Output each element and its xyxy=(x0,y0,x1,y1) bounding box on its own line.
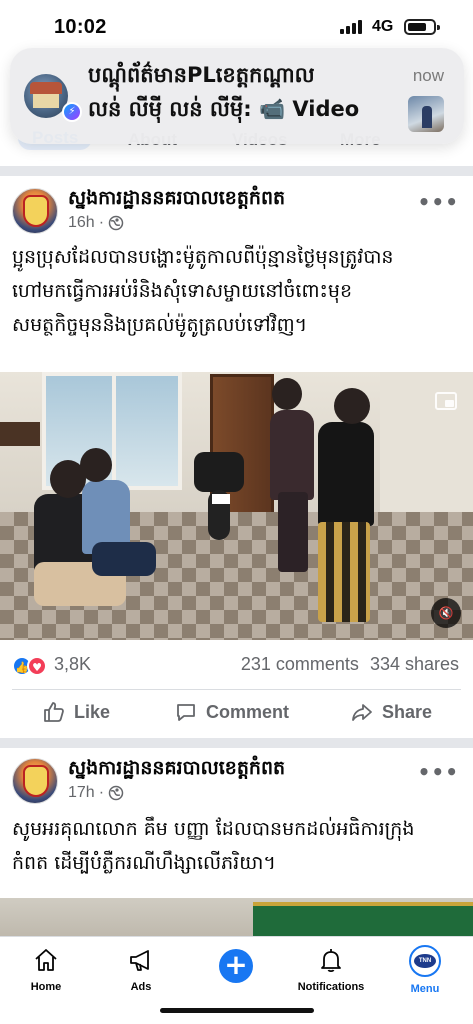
separator xyxy=(12,689,461,690)
page-name[interactable]: ស្នងការដ្ឋាននគរបាលខេត្តកំពត xyxy=(68,186,285,214)
like-icon xyxy=(44,702,64,722)
nav-menu[interactable]: TNN Menu xyxy=(385,945,465,995)
megaphone-icon xyxy=(130,950,149,971)
meta-separator: · xyxy=(98,214,105,231)
post-text-line: កំពត ដើម្បីបំភ្លឺករណីហឹង្សាលើភរិយា។ xyxy=(12,852,276,874)
nav-home-label: Home xyxy=(30,981,62,993)
reaction-icons: 👍 ♥ xyxy=(12,656,52,676)
comments-count[interactable]: 231 comments xyxy=(241,654,359,674)
post-text-line: ប្អូនប្រុសដែលបានបង្ហោះម៉ូតូកាលពីប៉ុន្មាន… xyxy=(12,246,394,268)
nav-home[interactable]: Home xyxy=(6,945,86,993)
nav-menu-label: Menu xyxy=(410,983,440,995)
messenger-icon: ⚡ xyxy=(62,102,82,122)
like-button[interactable]: Like xyxy=(42,700,110,724)
reaction-summary[interactable]: 👍 ♥ 3,8K 231 comments 334 shares xyxy=(0,650,473,684)
meta-separator: · xyxy=(98,784,105,801)
post-actions: Like Comment Share xyxy=(0,694,473,732)
shares-count[interactable]: 334 shares xyxy=(370,654,459,674)
notification-title: បណ្ដុំព័ត៌មានPLខេត្តកណ្ដាល xyxy=(88,63,315,87)
globe-icon xyxy=(108,785,124,801)
network-type: 4G xyxy=(372,18,394,35)
battery-icon xyxy=(404,19,440,35)
picture-in-picture-icon[interactable] xyxy=(435,392,457,410)
status-time: 10:02 xyxy=(54,16,107,38)
post-text: ប្អូនប្រុសដែលបានបង្ហោះម៉ូតូកាលពីប៉ុន្មាន… xyxy=(12,240,464,342)
comment-icon xyxy=(177,704,195,721)
post-time[interactable]: 16h xyxy=(68,214,95,232)
nav-ads[interactable]: Ads xyxy=(101,945,181,993)
post-text: សូមអរគុណលោក គឹម បញ្ញា ដែលបានមកដល់អធិការក… xyxy=(12,812,464,880)
notification-thumbnail xyxy=(408,96,444,132)
plus-icon: + xyxy=(219,949,253,983)
post-time[interactable]: 17h xyxy=(68,784,95,802)
more-options-icon[interactable]: ••• xyxy=(418,190,459,214)
like-label: Like xyxy=(74,701,111,722)
nav-ads-label: Ads xyxy=(130,981,152,993)
post-meta: 16h · xyxy=(68,214,124,232)
post-text-line: សមត្ថកិច្ចមុននិងប្រគល់ម៉ូតូត្រលប់ទៅវិញ។ xyxy=(12,314,308,336)
comment-label: Comment xyxy=(206,701,290,722)
bell-icon xyxy=(321,949,341,973)
messenger-notification[interactable]: ⚡ បណ្ដុំព័ត៌មានPLខេត្តកណ្ដាល លន់ លីម៉ី ល… xyxy=(10,48,464,144)
share-label: Share xyxy=(382,701,433,722)
share-button[interactable]: Share xyxy=(350,700,432,724)
nav-create[interactable]: + xyxy=(196,949,276,983)
globe-icon xyxy=(108,215,124,231)
post-header: ស្នងការដ្ឋាននគរបាលខេត្តកំពត 16h · ••• xyxy=(0,186,473,248)
nav-notifications-label: Notifications xyxy=(297,981,365,993)
notification-body: លន់ លីម៉ី លន់ លីម៉ី: 📹 Video xyxy=(88,97,360,121)
post-stats: 231 comments 334 shares xyxy=(241,654,459,675)
nav-notifications[interactable]: Notifications xyxy=(291,945,371,993)
more-options-icon[interactable]: ••• xyxy=(418,760,459,784)
page-avatar[interactable] xyxy=(12,188,58,234)
share-icon xyxy=(352,704,372,721)
page-name[interactable]: ស្នងការដ្ឋាននគរបាលខេត្តកំពត xyxy=(68,756,285,784)
home-indicator[interactable] xyxy=(160,1008,314,1013)
notification-time: now xyxy=(412,66,444,85)
profile-avatar-icon: TNN xyxy=(409,945,441,977)
post-video[interactable]: 🔇 xyxy=(0,372,473,640)
feed-divider xyxy=(0,166,473,176)
love-reaction-icon: ♥ xyxy=(27,656,47,676)
post-image[interactable] xyxy=(0,898,473,940)
mute-icon[interactable]: 🔇 xyxy=(431,598,461,628)
page-avatar[interactable] xyxy=(12,758,58,804)
feed-divider xyxy=(0,738,473,748)
status-bar: 10:02 4G xyxy=(0,0,473,52)
comment-button[interactable]: Comment xyxy=(174,700,289,724)
cell-signal-icon xyxy=(340,20,366,34)
home-icon xyxy=(35,949,57,971)
post-text-line: ហៅមកធ្វើការអប់រំនិងសុំទោសម្ចាយនៅចំពោះមុខ xyxy=(12,280,353,302)
reaction-count[interactable]: 3,8K xyxy=(54,654,91,675)
post-text-line: សូមអរគុណលោក គឹម បញ្ញា ដែលបានមកដល់អធិការក… xyxy=(12,818,415,840)
post-header: ស្នងការដ្ឋាននគរបាលខេត្តកំពត 17h · ••• xyxy=(0,756,473,818)
post-meta: 17h · xyxy=(68,784,124,802)
